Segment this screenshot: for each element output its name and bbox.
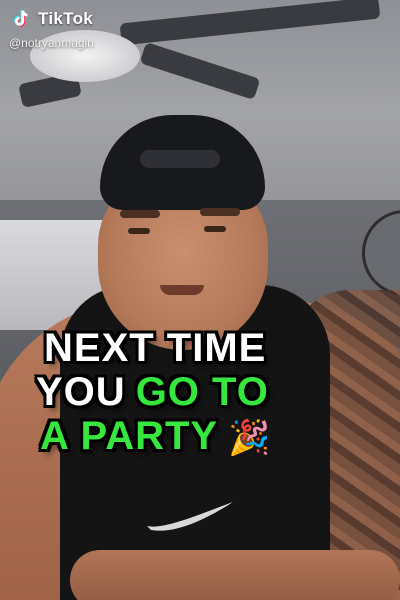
caption-text: NEXT TIME [44, 326, 267, 370]
video-frame[interactable]: TikTok @notryanmagin NEXT TIME YOU GO TO… [0, 0, 400, 600]
mouth [160, 285, 204, 295]
caption-line-3: A PARTY 🎉 [40, 414, 374, 458]
creator-handle[interactable]: @notryanmagin [9, 36, 94, 50]
caption-line-2: YOU GO TO [36, 370, 374, 414]
caption-text: YOU [36, 370, 126, 414]
caption-highlight: A PARTY [40, 414, 219, 458]
caption-line-1: NEXT TIME [44, 326, 374, 370]
tiktok-logo-icon [14, 9, 28, 27]
caption-highlight: GO TO [135, 370, 269, 414]
brand-name: TikTok [38, 9, 94, 28]
right-eye [204, 226, 226, 232]
forearm [70, 550, 400, 600]
left-eyebrow [120, 210, 160, 218]
tiktok-watermark: TikTok [10, 8, 93, 30]
video-background [0, 0, 400, 600]
party-popper-emoji: 🎉 [228, 419, 271, 457]
swoosh-logo-icon [147, 502, 233, 531]
right-eyebrow [200, 208, 240, 216]
cap-strap [140, 150, 220, 168]
video-caption: NEXT TIME YOU GO TO A PARTY 🎉 [36, 326, 374, 458]
left-eye [128, 228, 150, 234]
